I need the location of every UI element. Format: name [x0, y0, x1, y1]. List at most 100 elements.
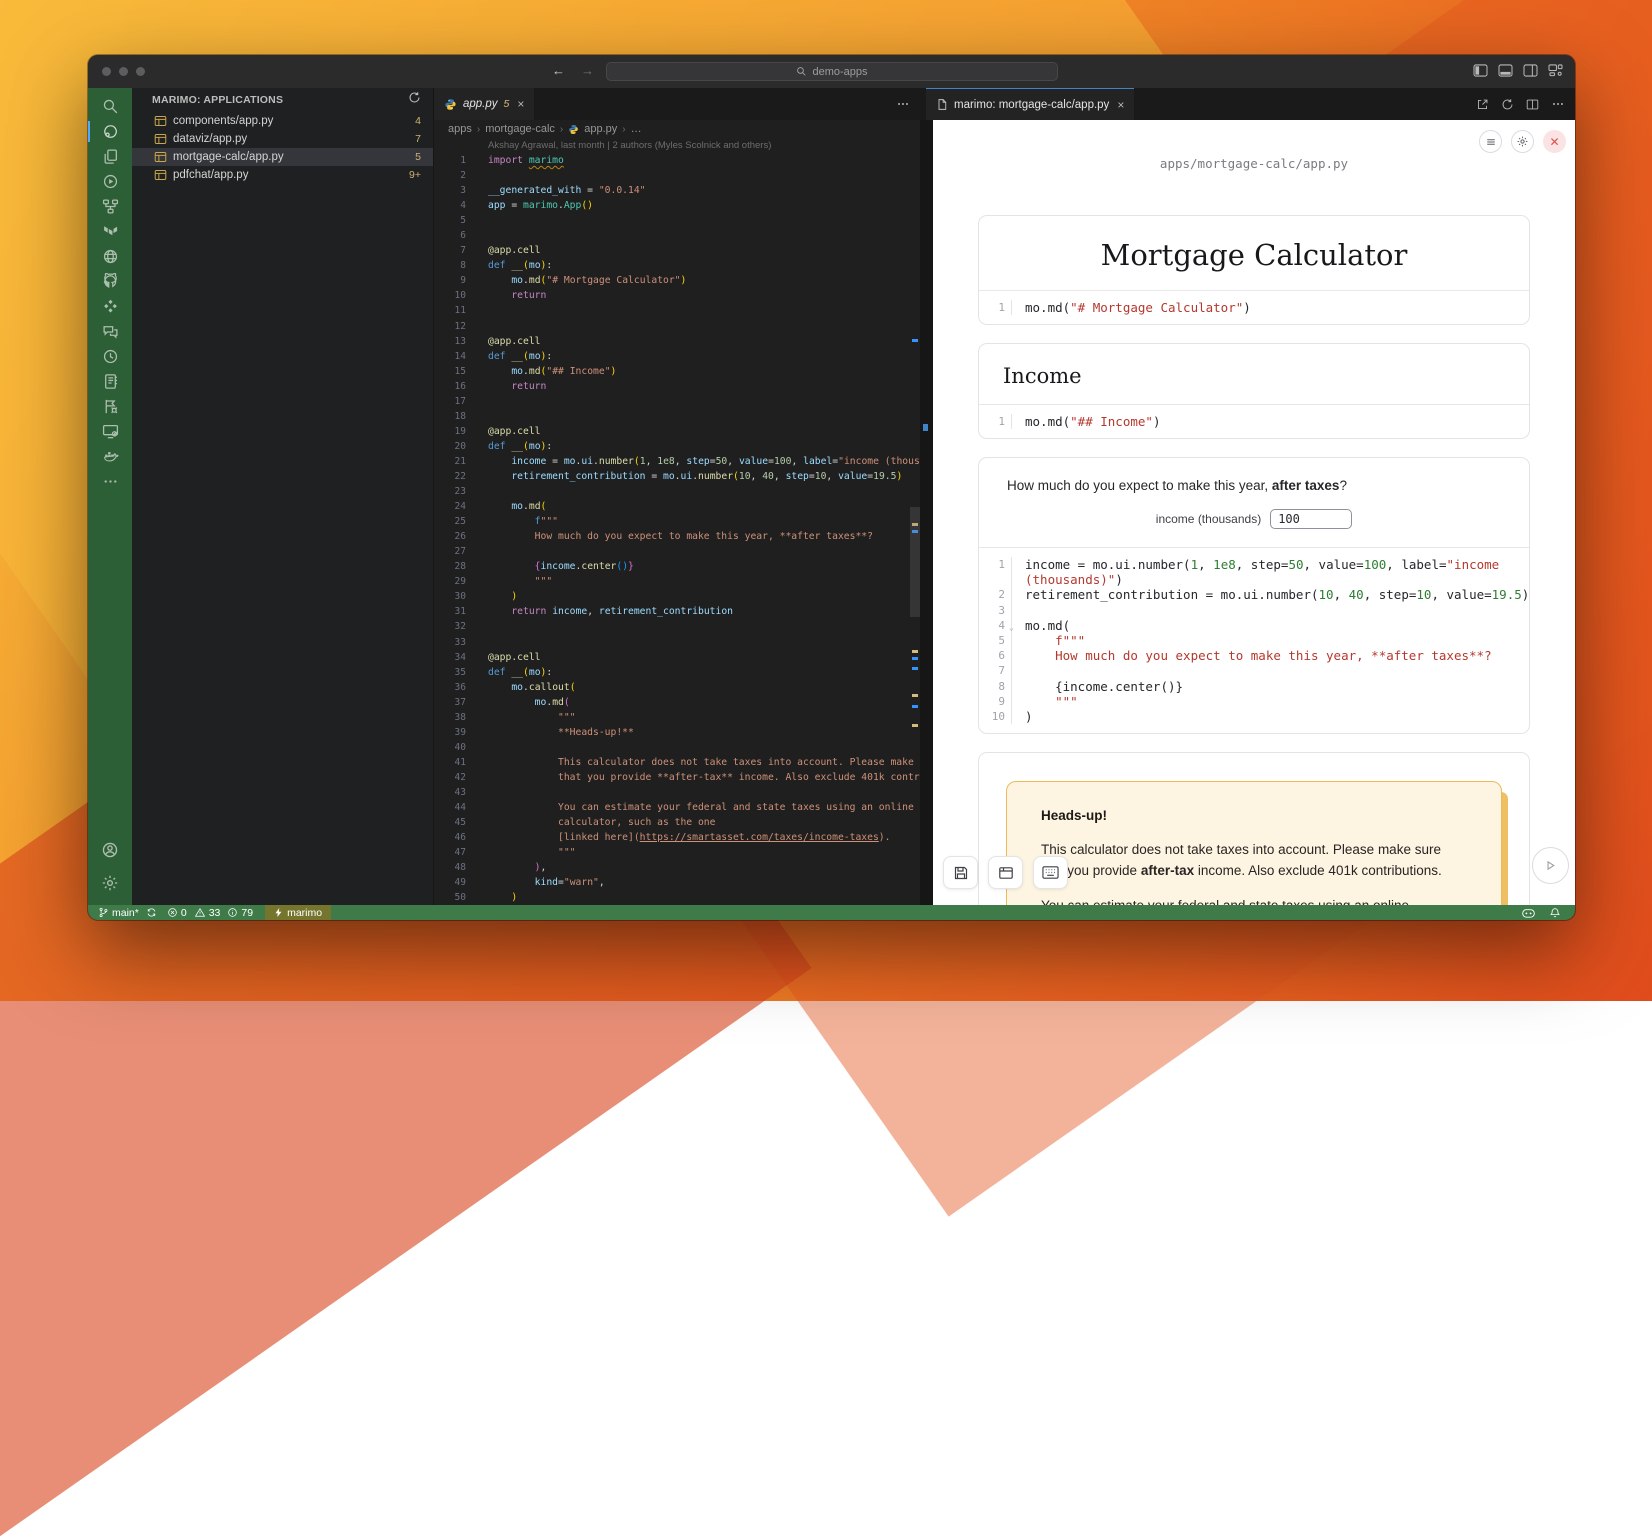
code-line[interactable]: 36 mo.callout(: [434, 680, 920, 695]
close-tab-icon[interactable]: ×: [1117, 98, 1124, 112]
split-editor-icon[interactable]: [1526, 98, 1539, 111]
code-line[interactable]: 2: [434, 168, 920, 183]
search-icon[interactable]: [88, 94, 132, 119]
code-line[interactable]: 29 """: [434, 574, 920, 589]
tab-app-py[interactable]: app.py 5 ×: [434, 88, 534, 120]
toggle-sidebar-icon[interactable]: [1473, 64, 1488, 77]
save-button[interactable]: [943, 856, 978, 889]
code-line[interactable]: 14def __(mo):: [434, 349, 920, 364]
org-chart-icon[interactable]: [88, 194, 132, 219]
test-flag-icon[interactable]: [88, 394, 132, 419]
code-line[interactable]: 1import marimo: [434, 153, 920, 168]
comments-icon[interactable]: [88, 319, 132, 344]
close-window-button[interactable]: [102, 67, 111, 76]
breadcrumb-item[interactable]: mortgage-calc: [485, 123, 555, 135]
code-line[interactable]: 24 mo.md(: [434, 499, 920, 514]
sidebar-file-components-app-py[interactable]: components/app.py4: [132, 112, 433, 130]
code-line[interactable]: 46 [linked here](https://smartasset.com/…: [434, 830, 920, 845]
refresh-icon[interactable]: [408, 91, 421, 109]
code-line[interactable]: 10 return: [434, 288, 920, 303]
code-line[interactable]: 40: [434, 740, 920, 755]
code-line[interactable]: 17: [434, 394, 920, 409]
code-line[interactable]: 27: [434, 544, 920, 559]
code-line[interactable]: 19@app.cell: [434, 424, 920, 439]
code-line[interactable]: 31 return income, retirement_contributio…: [434, 604, 920, 619]
income-input[interactable]: [1270, 509, 1352, 529]
github-icon[interactable]: [88, 269, 132, 294]
code-line[interactable]: 23: [434, 484, 920, 499]
code-line[interactable]: 37 mo.md(: [434, 695, 920, 710]
refresh-icon[interactable]: [1501, 98, 1514, 111]
code-line[interactable]: 44 You can estimate your federal and sta…: [434, 800, 920, 815]
copilot-icon[interactable]: [1521, 907, 1536, 919]
code-line[interactable]: 42 that you provide **after-tax** income…: [434, 770, 920, 785]
code-line[interactable]: 20def __(mo):: [434, 439, 920, 454]
marimo-status[interactable]: marimo: [265, 905, 331, 920]
code-line[interactable]: 41 This calculator does not take taxes i…: [434, 755, 920, 770]
code-line[interactable]: 32: [434, 619, 920, 634]
code-line[interactable]: 11: [434, 303, 920, 318]
toggle-secondary-sidebar-icon[interactable]: [1523, 64, 1538, 77]
code-line[interactable]: 18: [434, 409, 920, 424]
navigate-back-icon[interactable]: ←: [552, 63, 565, 78]
run-app-button[interactable]: [1532, 847, 1569, 884]
marimo-icon[interactable]: [88, 119, 132, 144]
code-line[interactable]: 28 {income.center()}: [434, 559, 920, 574]
sidebar-file-mortgage-calc-app-py[interactable]: mortgage-calc/app.py5: [132, 148, 433, 166]
code-line[interactable]: 35def __(mo):: [434, 665, 920, 680]
editor-scrollbar[interactable]: [910, 507, 920, 617]
command-center-search[interactable]: demo-apps: [606, 62, 1058, 81]
code-editor[interactable]: Akshay Agrawal, last month | 2 authors (…: [434, 138, 920, 905]
open-window-button[interactable]: [988, 856, 1023, 889]
code-line[interactable]: 25 f""": [434, 514, 920, 529]
problems-status[interactable]: 0 33 79: [167, 905, 253, 920]
code-line[interactable]: 12: [434, 319, 920, 334]
code-line[interactable]: 38 """: [434, 710, 920, 725]
code-line[interactable]: 7@app.cell: [434, 243, 920, 258]
docker-icon[interactable]: [88, 444, 132, 469]
settings-gear-icon[interactable]: [88, 870, 132, 895]
more-actions-icon[interactable]: [1551, 97, 1565, 111]
more-actions-icon[interactable]: [896, 97, 910, 111]
code-line[interactable]: 13@app.cell: [434, 334, 920, 349]
terraform-icon[interactable]: [88, 219, 132, 244]
code-line[interactable]: 49 kind="warn",: [434, 875, 920, 890]
code-line[interactable]: 4app = marimo.App(): [434, 198, 920, 213]
run-debug-icon[interactable]: [88, 169, 132, 194]
code-line[interactable]: 33: [434, 635, 920, 650]
navigate-forward-icon[interactable]: →: [581, 63, 594, 78]
globe-icon[interactable]: [88, 244, 132, 269]
shutdown-button[interactable]: ✕: [1543, 130, 1566, 153]
toggle-panel-icon[interactable]: [1498, 64, 1513, 77]
open-external-icon[interactable]: [1476, 98, 1489, 111]
files-icon[interactable]: [88, 144, 132, 169]
code-line[interactable]: 47 """: [434, 845, 920, 860]
bell-icon[interactable]: [1549, 907, 1561, 919]
tab-marimo-preview[interactable]: marimo: mortgage-calc/app.py ×: [926, 88, 1134, 120]
code-line[interactable]: 34@app.cell: [434, 650, 920, 665]
close-tab-icon[interactable]: ×: [517, 97, 524, 111]
sidebar-file-dataviz-app-py[interactable]: dataviz/app.py7: [132, 130, 433, 148]
code-line[interactable]: 3__generated_with = "0.0.14": [434, 183, 920, 198]
breadcrumb-item[interactable]: apps: [448, 123, 472, 135]
code-line[interactable]: 48 ),: [434, 860, 920, 875]
remote-screen-icon[interactable]: [88, 419, 132, 444]
code-line[interactable]: 21 income = mo.ui.number(1, 1e8, step=50…: [434, 454, 920, 469]
customize-layout-icon[interactable]: [1548, 64, 1563, 77]
code-line[interactable]: 26 How much do you expect to make this y…: [434, 529, 920, 544]
code-line[interactable]: 15 mo.md("## Income"): [434, 364, 920, 379]
account-icon[interactable]: [88, 837, 132, 862]
cell-code[interactable]: mo.md("## Income"): [1025, 414, 1160, 429]
code-line[interactable]: 43: [434, 785, 920, 800]
cell-code[interactable]: mo.md("# Mortgage Calculator"): [1025, 300, 1251, 315]
diamonds-icon[interactable]: [88, 294, 132, 319]
code-line[interactable]: 5: [434, 213, 920, 228]
sidebar-file-pdfchat-app-py[interactable]: pdfchat/app.py9+: [132, 166, 433, 184]
menu-button[interactable]: [1479, 130, 1502, 153]
traffic-lights[interactable]: [102, 67, 145, 76]
code-line[interactable]: 8def __(mo):: [434, 258, 920, 273]
git-branch-status[interactable]: main*: [98, 905, 157, 920]
code-line[interactable]: 39 **Heads-up!**: [434, 725, 920, 740]
more-icon[interactable]: [88, 469, 132, 494]
code-line[interactable]: 45 calculator, such as the one: [434, 815, 920, 830]
